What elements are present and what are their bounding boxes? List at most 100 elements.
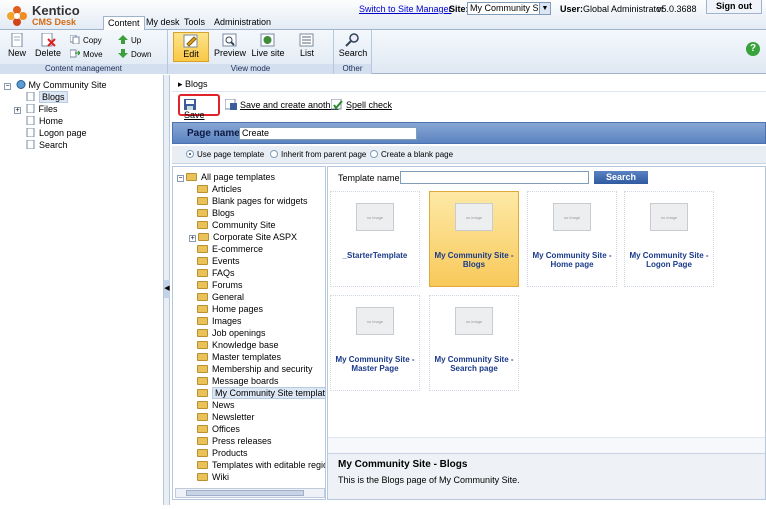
expand-icon[interactable]: +	[189, 235, 196, 242]
folder-icon	[197, 341, 208, 349]
up-button[interactable]: Up	[118, 35, 141, 47]
tab-my-desk[interactable]: My desk	[142, 16, 184, 30]
delete-button[interactable]: Delete	[34, 32, 62, 62]
move-button[interactable]: Move	[70, 49, 103, 61]
up-label: Up	[131, 36, 142, 45]
expand-icon[interactable]: +	[14, 107, 21, 114]
delete-label: Delete	[34, 48, 61, 58]
template-category-label: Products	[212, 448, 248, 458]
collapse-icon[interactable]: −	[177, 175, 184, 182]
tree-item-home[interactable]: Home	[26, 115, 63, 127]
selected-template-description: This is the Blogs page of My Community S…	[338, 475, 520, 485]
page-icon	[26, 128, 35, 137]
horizontal-scrollbar[interactable]	[175, 488, 325, 498]
help-icon[interactable]: ?	[746, 42, 760, 56]
scrollbar-thumb[interactable]	[186, 490, 304, 496]
template-name-input[interactable]	[400, 171, 589, 184]
site-select[interactable]: My Community Site ▼	[467, 2, 551, 15]
breadcrumb-item[interactable]: Blogs	[185, 79, 208, 89]
down-label: Down	[131, 50, 152, 59]
template-category-item[interactable]: Home pages	[197, 303, 263, 315]
spell-check-button[interactable]: Spell check	[331, 99, 392, 110]
template-category-item[interactable]: Forums	[197, 279, 243, 291]
new-button[interactable]: New	[4, 32, 30, 62]
template-category-item[interactable]: Community Site	[197, 219, 276, 231]
tab-tools[interactable]: Tools	[180, 16, 209, 30]
template-category-label: Offices	[212, 424, 240, 434]
collapse-pane-icon[interactable]: ◀	[164, 280, 170, 298]
template-card[interactable]: no image My Community Site - Home page	[527, 191, 617, 287]
main-toolbar: New Delete Copy Move Up Down Content man…	[0, 30, 766, 74]
template-card[interactable]: no image My Community Site - Search page	[429, 295, 519, 391]
inherit-from-parent-radio[interactable]: Inherit from parent page	[270, 150, 366, 159]
save-and-create-another-button[interactable]: Save and create another	[225, 99, 339, 110]
tree-item-logon-page[interactable]: Logon page	[26, 127, 87, 139]
switch-site-manager-link[interactable]: Switch to Site Manager	[359, 4, 452, 14]
tree-item-files[interactable]: + Files	[14, 103, 58, 115]
template-category-item[interactable]: Job openings	[197, 327, 266, 339]
template-card[interactable]: no image My Community Site - Logon Page	[624, 191, 714, 287]
template-category-item[interactable]: Images	[197, 315, 242, 327]
template-category-item[interactable]: Knowledge base	[197, 339, 279, 351]
template-category-item[interactable]: Products	[197, 447, 248, 459]
tab-administration[interactable]: Administration	[210, 16, 275, 30]
template-search-button[interactable]: Search	[594, 171, 648, 184]
folder-icon	[197, 473, 208, 481]
template-category-item[interactable]: Newsletter	[197, 411, 255, 423]
template-tree-root[interactable]: − All page templates	[177, 171, 275, 183]
template-card-title: My Community Site - Search page	[434, 355, 514, 373]
page-name-input[interactable]: Create	[239, 127, 417, 140]
tree-root-my-community-site[interactable]: − My Community Site	[4, 79, 107, 91]
template-category-item[interactable]: Articles	[197, 183, 242, 195]
template-category-item[interactable]: Membership and security	[197, 363, 313, 375]
folder-icon	[197, 197, 208, 205]
template-category-item[interactable]: General	[197, 291, 244, 303]
sign-out-button[interactable]: Sign out	[706, 0, 762, 14]
use-page-template-radio[interactable]: Use page template	[186, 150, 264, 159]
copy-button[interactable]: Copy	[70, 35, 102, 47]
preview-button[interactable]: Preview	[214, 32, 246, 62]
edit-button[interactable]: Edit	[173, 32, 209, 62]
template-category-item[interactable]: Blogs	[197, 207, 235, 219]
save-and-create-label: Save and create another	[240, 100, 339, 110]
folder-icon	[197, 461, 208, 469]
preview-icon	[222, 33, 237, 47]
create-blank-page-radio[interactable]: Create a blank page	[370, 150, 453, 159]
detail-separator	[328, 437, 765, 453]
template-category-item[interactable]: Master templates	[197, 351, 281, 363]
tab-content[interactable]: Content	[103, 16, 145, 30]
page-name-bar: Page name: Create	[172, 122, 766, 144]
live-site-button[interactable]: Live site	[250, 32, 286, 62]
logo-flower-icon	[7, 6, 27, 26]
template-category-item[interactable]: FAQs	[197, 267, 235, 279]
save-button[interactable]: Save	[178, 94, 220, 120]
down-button[interactable]: Down	[118, 49, 151, 61]
tree-item-search[interactable]: Search	[26, 139, 68, 151]
template-category-item[interactable]: My Community Site templates	[197, 387, 325, 399]
template-category-item[interactable]: Blank pages for widgets	[197, 195, 308, 207]
list-label: List	[299, 48, 314, 58]
tree-item-blogs[interactable]: Blogs	[26, 91, 68, 103]
search-button[interactable]: Search	[337, 32, 369, 62]
template-thumbnail: no image	[650, 203, 688, 231]
template-category-item[interactable]: Wiki	[197, 471, 229, 483]
template-card[interactable]: no image My Community Site - Master Page	[330, 295, 420, 391]
list-button[interactable]: List	[294, 32, 320, 62]
template-card-title: My Community Site - Home page	[532, 251, 612, 269]
template-category-label: Blogs	[212, 208, 235, 218]
site-select-value: My Community Site	[470, 3, 549, 13]
template-category-item[interactable]: E-commerce	[197, 243, 263, 255]
template-card[interactable]: no image _StarterTemplate	[330, 191, 420, 287]
template-category-label: Wiki	[212, 472, 229, 482]
template-category-item[interactable]: Press releases	[197, 435, 272, 447]
template-category-item[interactable]: Message boards	[197, 375, 279, 387]
template-category-item[interactable]: Templates with editable regio	[197, 459, 325, 471]
template-category-item[interactable]: Events	[197, 255, 240, 267]
template-category-item[interactable]: Offices	[197, 423, 240, 435]
preview-label: Preview	[214, 48, 247, 58]
template-category-item[interactable]: + Corporate Site ASPX	[189, 231, 297, 243]
collapse-icon[interactable]: −	[4, 83, 11, 90]
template-card[interactable]: no image My Community Site - Blogs	[429, 191, 519, 287]
folder-icon	[197, 269, 208, 277]
template-category-item[interactable]: News	[197, 399, 235, 411]
